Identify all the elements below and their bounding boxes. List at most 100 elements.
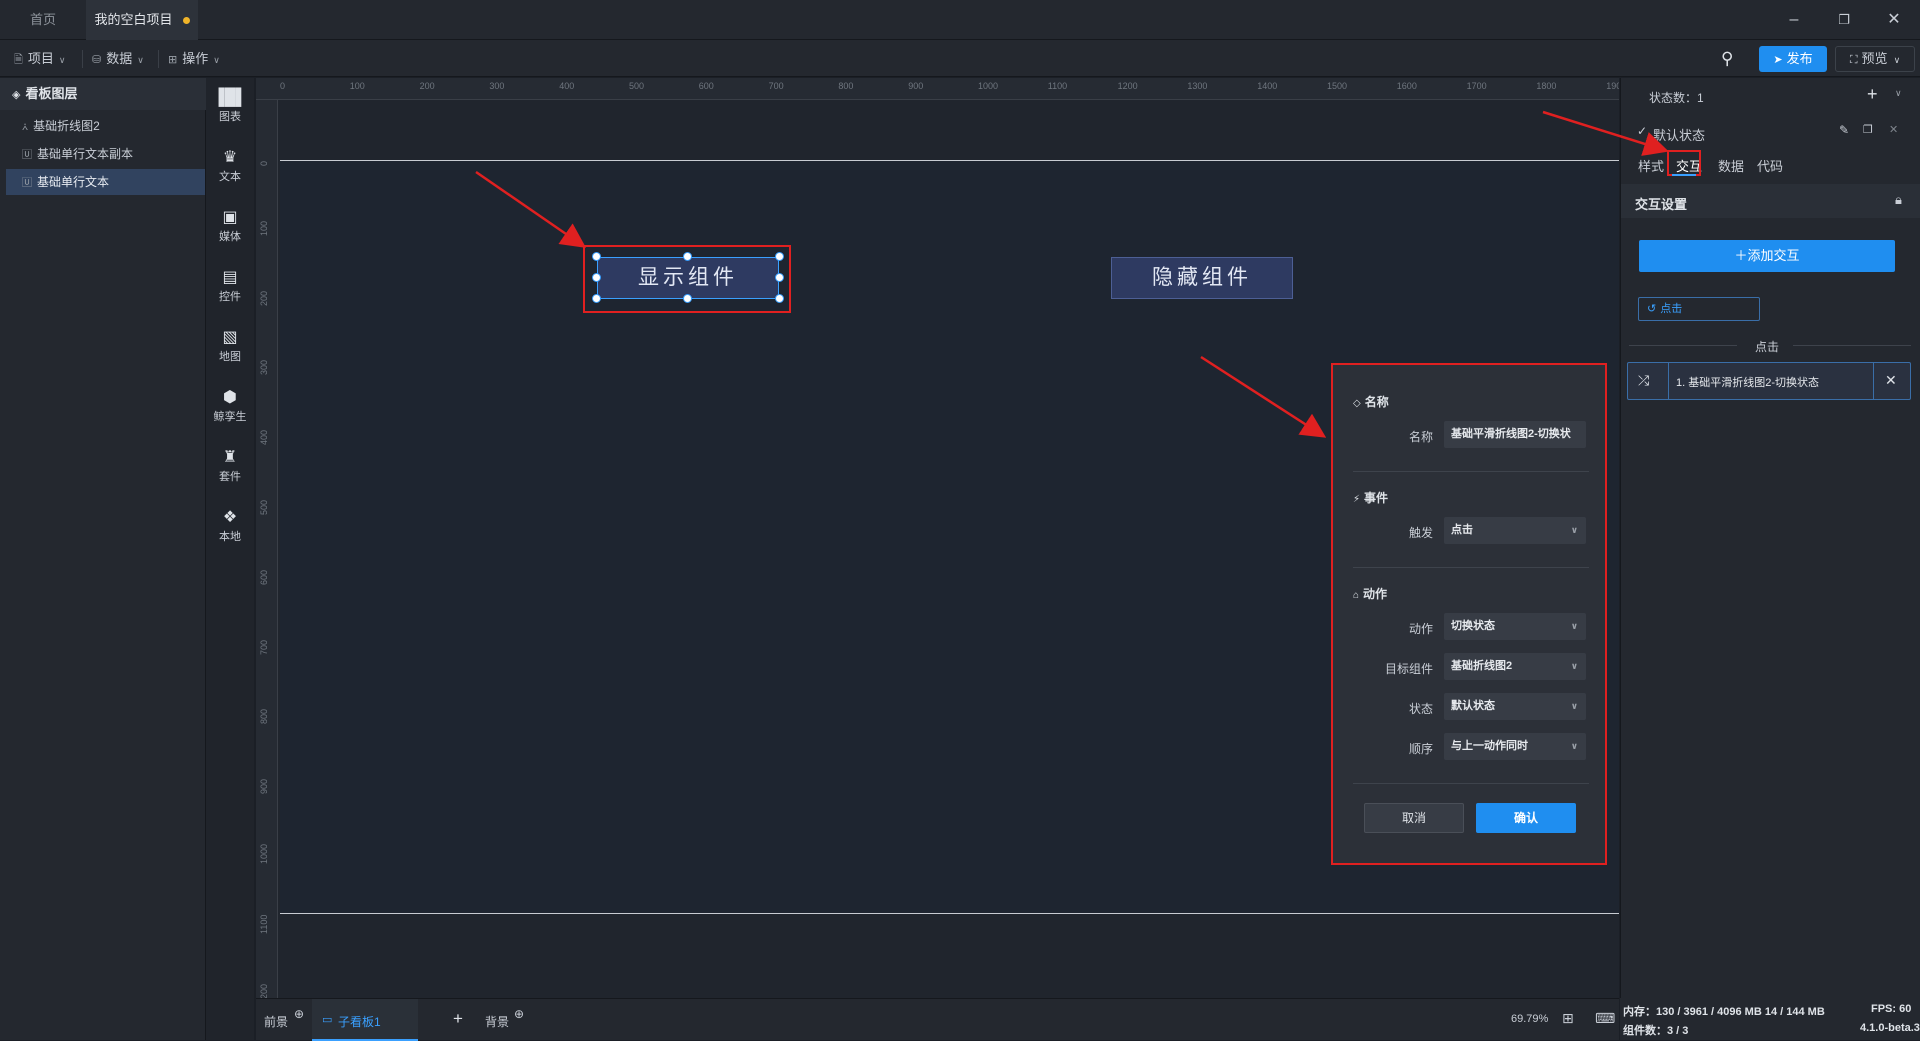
divider bbox=[1353, 471, 1589, 472]
ruler-tick-label: 1500 bbox=[1327, 81, 1348, 91]
preview-button[interactable]: ⛶ 预览 ∨ bbox=[1835, 46, 1915, 72]
component-chart-label: 图表 bbox=[219, 111, 241, 123]
tab-background[interactable]: 背景 bbox=[485, 1013, 509, 1030]
ruler-tick-label: 300 bbox=[259, 360, 269, 376]
name-section: ◇ 名称 bbox=[1353, 393, 1389, 410]
diamond-icon: ◇ bbox=[1353, 398, 1361, 409]
component-map[interactable]: ▧ 地图 bbox=[206, 328, 254, 364]
ruler-tick-label: 100 bbox=[259, 220, 269, 236]
action-section: ⌂ 动作 bbox=[1353, 585, 1387, 602]
copy-icon[interactable]: ❐ bbox=[1863, 123, 1873, 136]
order-select[interactable]: 与上一动作同时 ∨ bbox=[1444, 733, 1586, 760]
ruler-tick-label: 1200 bbox=[1117, 81, 1138, 91]
keyboard-icon[interactable]: ⌨ bbox=[1595, 1010, 1615, 1027]
text-icon: ♛ bbox=[222, 149, 238, 166]
ruler-tick-label: 500 bbox=[259, 499, 269, 515]
state-select[interactable]: 默认状态 ∨ bbox=[1444, 693, 1586, 720]
properties-panel: 状态数：1 + ∨ ✓ 默认状态 ✎ ❐ ✕ 样式 交互 数据 代码 交互设置 … bbox=[1620, 78, 1920, 998]
component-kit[interactable]: ♜ 套件 bbox=[206, 448, 254, 484]
tab-front[interactable]: 前景 bbox=[264, 1013, 288, 1030]
fit-screen-icon[interactable]: ⊞ bbox=[1562, 1010, 1574, 1027]
tab-sub-board[interactable]: ▭ 子看板1 bbox=[312, 999, 418, 1041]
layer-item-selected[interactable]: 🅄 基础单行文本 bbox=[6, 169, 205, 195]
action-select[interactable]: 切换状态 ∨ bbox=[1444, 613, 1586, 640]
edit-icon[interactable]: ✎ bbox=[1839, 123, 1849, 137]
tab-project-label: 我的空白项目 bbox=[94, 12, 173, 27]
component-twin-label: 鲸孪生 bbox=[213, 411, 247, 423]
menu-operate[interactable]: ⊞ 操作 ∨ bbox=[168, 48, 220, 70]
component-local[interactable]: ❖ 本地 bbox=[206, 508, 254, 544]
interaction-dialog: ◇ 名称 名称 基础平滑折线图2-切换状 ⚡ 事件 触发 点击 ∨ ⌂ 动作 动作 切换… bbox=[1331, 363, 1607, 865]
map-icon: ▧ bbox=[222, 329, 238, 346]
confirm-button[interactable]: 确认 bbox=[1476, 803, 1576, 833]
search-icon[interactable]: ⚲ bbox=[1721, 49, 1733, 69]
ruler-tick-label: 1900 bbox=[1606, 81, 1619, 91]
lock-icon[interactable]: 🔒︎ bbox=[1895, 192, 1902, 208]
layer-item[interactable]: ⩑ 基础折线图2 bbox=[6, 113, 205, 139]
check-icon: ✓ bbox=[1637, 124, 1648, 138]
click-event-chip[interactable]: ↺ 点击 bbox=[1638, 297, 1760, 321]
component-chart[interactable]: ▐█▌ 图表 bbox=[206, 88, 254, 124]
add-front-icon[interactable]: ⊕ bbox=[294, 1007, 304, 1021]
zoom-level[interactable]: 69.79% bbox=[1511, 1013, 1548, 1025]
tab-code[interactable]: 代码 bbox=[1757, 156, 1783, 175]
action-label: 动作 bbox=[1408, 622, 1433, 636]
layers-icon: ◈ bbox=[12, 89, 21, 101]
ruler-tick-label: 1000 bbox=[978, 81, 999, 91]
ruler-tick-label: 700 bbox=[259, 639, 269, 655]
chevron-down-icon: ∨ bbox=[1570, 621, 1578, 631]
menu-data-label: 数据 bbox=[106, 51, 133, 66]
hide-component-button[interactable]: 隐藏组件 bbox=[1111, 257, 1293, 299]
name-field[interactable]: 基础平滑折线图2-切换状 bbox=[1444, 421, 1586, 448]
ruler-tick-label: 1200 bbox=[259, 983, 269, 998]
ruler-tick-label: 800 bbox=[259, 709, 269, 725]
tab-project[interactable]: 我的空白项目 bbox=[86, 0, 198, 40]
menu-divider bbox=[82, 50, 83, 68]
unsaved-dot-icon bbox=[182, 17, 190, 25]
cancel-button[interactable]: 取消 bbox=[1364, 803, 1464, 833]
tab-data[interactable]: 数据 bbox=[1718, 156, 1744, 175]
target-select[interactable]: 基础折线图2 ∨ bbox=[1444, 653, 1586, 680]
add-background-icon[interactable]: ⊕ bbox=[514, 1007, 524, 1021]
fps-status: FPS: 60 bbox=[1871, 1003, 1912, 1015]
component-twin[interactable]: ⬢ 鲸孪生 bbox=[206, 388, 254, 424]
sub-board-label: 子看板1 bbox=[338, 1015, 381, 1029]
component-bar: ▐█▌ 图表 ♛ 文本 ▣ 媒体 ▤ 控件 ▧ 地图 ⬢ 鲸孪生 ♜ 套件 ❖ 本地 bbox=[206, 78, 254, 1040]
trigger-select[interactable]: 点击 ∨ bbox=[1444, 517, 1586, 544]
ruler-tick-label: 900 bbox=[259, 779, 269, 795]
layers-header: ◈ 看板图层 bbox=[0, 78, 206, 110]
layer-item[interactable]: 🅄 基础单行文本副本 bbox=[6, 141, 205, 167]
close-icon[interactable]: ✕ bbox=[1885, 372, 1897, 389]
default-state[interactable]: 默认状态 bbox=[1653, 125, 1705, 144]
chevron-down-icon: ∨ bbox=[1570, 525, 1578, 535]
close-icon[interactable]: ✕ bbox=[1882, 8, 1906, 32]
menu-data[interactable]: ⛁ 数据 ∨ bbox=[92, 48, 144, 70]
add-interaction-button[interactable]: ＋添加交互 bbox=[1639, 240, 1895, 272]
component-text[interactable]: ♛ 文本 bbox=[206, 148, 254, 184]
add-state-icon[interactable]: + bbox=[1867, 84, 1878, 105]
component-media[interactable]: ▣ 媒体 bbox=[206, 208, 254, 244]
component-media-label: 媒体 bbox=[219, 231, 241, 243]
menu-project[interactable]: 🗎 项目 ∨ bbox=[14, 48, 65, 70]
component-control[interactable]: ▤ 控件 bbox=[206, 268, 254, 304]
state-label: 状态 bbox=[1408, 702, 1433, 716]
ruler-tick-label: 1400 bbox=[1257, 81, 1278, 91]
layer-label: 基础单行文本 bbox=[37, 175, 110, 189]
component-count: 组件数：3 / 3 bbox=[1623, 1025, 1689, 1037]
minimize-icon[interactable]: – bbox=[1782, 8, 1806, 32]
chevron-down-icon[interactable]: ∨ bbox=[1895, 88, 1902, 99]
tab-style[interactable]: 样式 bbox=[1638, 156, 1664, 175]
chevron-down-icon: ∨ bbox=[1570, 701, 1578, 711]
trigger-value: 点击 bbox=[1451, 524, 1473, 536]
tab-home[interactable]: 首页 bbox=[0, 0, 86, 40]
delete-icon[interactable]: ✕ bbox=[1889, 123, 1898, 136]
ruler-tick-label: 400 bbox=[259, 430, 269, 446]
interaction-item[interactable]: ⤮ 1. 基础平滑折线图2-切换状态 ✕ bbox=[1627, 362, 1911, 400]
ruler-tick-label: 400 bbox=[559, 81, 575, 91]
restore-icon[interactable]: ❐ bbox=[1832, 8, 1856, 32]
ruler-tick-label: 1300 bbox=[1187, 81, 1208, 91]
add-board-icon[interactable]: + bbox=[453, 1009, 463, 1029]
highlight-box bbox=[583, 245, 791, 313]
ruler-tick-label: 800 bbox=[838, 81, 854, 91]
publish-button[interactable]: ➤ 发布 bbox=[1759, 46, 1827, 72]
